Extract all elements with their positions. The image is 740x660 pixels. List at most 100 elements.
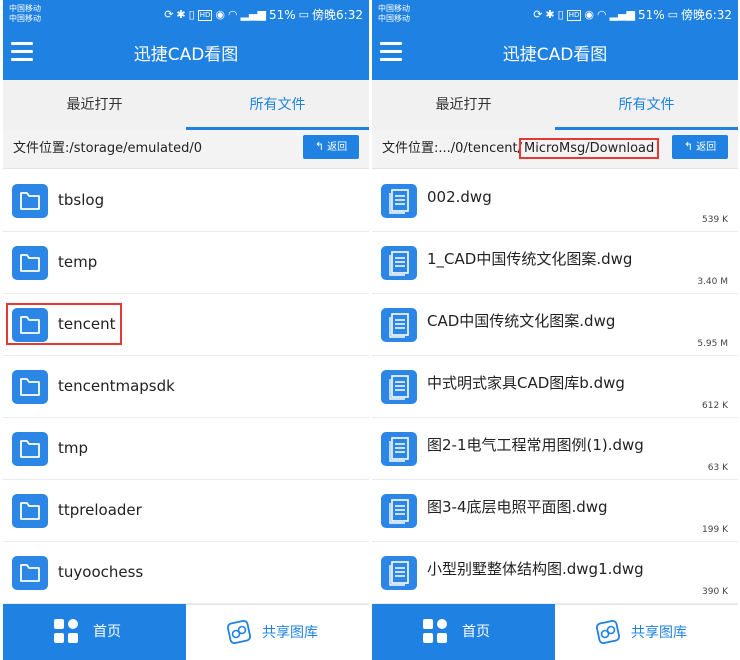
folder-row[interactable]: tuyoochess [3,542,369,604]
folder-name: tbslog [58,191,105,209]
phone-left-screen: 中国移动 中国移动 ⟳ ✱ ▯ HD ◉ ◠ ▂▄▆ 51% ▭ 傍晚6:32 … [3,0,369,660]
path-highlight: MicroMsg/Download [519,138,660,159]
dwg-file-icon [381,184,417,218]
folder-name: tmp [58,439,89,457]
dwg-file-icon [381,494,417,528]
dwg-file-icon [381,246,417,280]
file-row[interactable]: 图3-4底层电照平面图.dwg 199 K [372,480,738,542]
path-prefix: 文件位置:.../0/tencent/ [382,141,523,156]
carrier-2: 中国移动 [378,14,410,23]
folder-row[interactable]: tencentmapsdk [3,356,369,418]
back-button[interactable]: ↰ 返回 [672,135,728,159]
sync-icon: ⟳ [533,8,543,21]
vibrate-icon: ▯ [557,8,564,21]
folder-name: temp [58,253,98,271]
wifi-icon: ◠ [227,8,238,21]
folder-row[interactable]: tmp [3,418,369,480]
nav-home-button[interactable]: 首页 [372,604,555,660]
nav-share-library-button[interactable]: 共享图库 [186,604,369,660]
tab-recent[interactable]: 最近打开 [372,80,555,130]
tab-recent[interactable]: 最近打开 [3,80,186,130]
tab-bar: 最近打开 所有文件 [3,80,369,130]
file-size: 199 K [702,525,728,535]
carrier-2: 中国移动 [9,14,41,23]
file-row[interactable]: 小型别墅整体结构图.dwg1.dwg 390 K [372,542,738,604]
clock: 傍晚6:32 [681,8,732,22]
battery-icon: ▭ [298,8,310,21]
bottom-nav: 首页 共享图库 [372,604,738,660]
file-name: 002.dwg [427,188,492,206]
folder-icon [12,556,48,590]
carrier-info: 中国移动 中国移动 [9,4,41,24]
wifi-icon: ◠ [596,8,607,21]
bluetooth-icon: ✱ [545,8,555,21]
folder-list: tbslog temp tencent tencentmapsdk tmp tt… [3,170,369,604]
status-icons: ⟳ ✱ ▯ HD ◉ ◠ ▂▄▆ 51% ▭ 傍晚6:32 [533,7,732,23]
file-size: 539 K [702,215,728,225]
folder-name: ttpreloader [58,501,142,519]
file-location: 文件位置:.../0/tencent/MicroMsg/Download [382,138,660,159]
nav-home-label: 首页 [462,624,490,640]
folder-name: tencent [58,315,116,333]
app-title: 迅捷CAD看图 [502,45,608,65]
tab-all-files[interactable]: 所有文件 [555,80,738,130]
file-row[interactable]: 中式明式家具CAD图库b.dwg 612 K [372,356,738,418]
path-bar: 文件位置:.../0/tencent/MicroMsg/Download ↰ 返回 [372,130,738,169]
back-button[interactable]: ↰ 返回 [303,135,359,159]
home-grid-icon [54,619,78,643]
folder-icon [12,370,48,404]
file-name: 图3-4底层电照平面图.dwg [427,498,608,516]
eye-icon: ◉ [215,8,225,21]
folder-icon [12,246,48,280]
folder-icon [12,184,48,218]
file-row[interactable]: 图2-1电气工程常用图例(1).dwg 63 K [372,418,738,480]
bluetooth-icon: ✱ [176,8,186,21]
carrier-info: 中国移动 中国移动 [378,4,410,24]
bottom-nav: 首页 共享图库 [3,604,369,660]
nav-home-label: 首页 [93,624,121,640]
home-grid-icon [423,619,447,643]
folder-name: tencentmapsdk [58,377,175,395]
folder-row-highlighted[interactable]: tencent [3,294,369,356]
status-bar: 中国移动 中国移动 ⟳ ✱ ▯ HD ◉ ◠ ▂▄▆ 51% ▭ 傍晚6:32 [3,0,369,30]
return-arrow-icon: ↰ [314,140,325,153]
folder-icon [12,494,48,528]
file-size: 63 K [707,463,728,473]
folder-row[interactable]: temp [3,232,369,294]
nav-home-button[interactable]: 首页 [3,604,186,660]
file-size: 612 K [702,401,728,411]
path-bar: 文件位置:/storage/emulated/0 ↰ 返回 [3,130,369,169]
status-icons: ⟳ ✱ ▯ HD ◉ ◠ ▂▄▆ 51% ▭ 傍晚6:32 [164,7,363,23]
folder-row[interactable]: ttpreloader [3,480,369,542]
folder-icon [12,308,48,342]
file-row[interactable]: 002.dwg 539 K [372,170,738,232]
back-label: 返回 [696,142,717,153]
nav-share-label: 共享图库 [262,625,318,641]
return-arrow-icon: ↰ [683,140,694,153]
nav-share-label: 共享图库 [631,625,687,641]
dwg-file-icon [381,556,417,590]
folder-icon [12,432,48,466]
file-size: 5.95 M [697,339,728,349]
hd-icon: HD [566,9,582,21]
eye-icon: ◉ [584,8,594,21]
dwg-file-icon [381,432,417,466]
file-size: 3.40 M [697,277,728,287]
file-list: 002.dwg 539 K 1_CAD中国传统文化图案.dwg 3.40 M C… [372,170,738,604]
file-name: 小型别墅整体结构图.dwg1.dwg [427,560,644,578]
file-size: 390 K [702,587,728,597]
folder-row[interactable]: tbslog [3,170,369,232]
share-library-icon [595,619,621,645]
sync-icon: ⟳ [164,8,174,21]
tab-bar: 最近打开 所有文件 [372,80,738,130]
file-location: 文件位置:/storage/emulated/0 [13,141,203,156]
phone-right-screen: 中国移动 中国移动 ⟳ ✱ ▯ HD ◉ ◠ ▂▄▆ 51% ▭ 傍晚6:32 … [372,0,738,660]
tab-all-files[interactable]: 所有文件 [186,80,369,130]
battery-level: 51% [637,8,665,22]
file-row[interactable]: 1_CAD中国传统文化图案.dwg 3.40 M [372,232,738,294]
file-name: 中式明式家具CAD图库b.dwg [427,374,625,392]
carrier-1: 中国移动 [378,4,410,13]
nav-share-library-button[interactable]: 共享图库 [555,604,738,660]
status-bar: 中国移动 中国移动 ⟳ ✱ ▯ HD ◉ ◠ ▂▄▆ 51% ▭ 傍晚6:32 [372,0,738,30]
file-row[interactable]: CAD中国传统文化图案.dwg 5.95 M [372,294,738,356]
